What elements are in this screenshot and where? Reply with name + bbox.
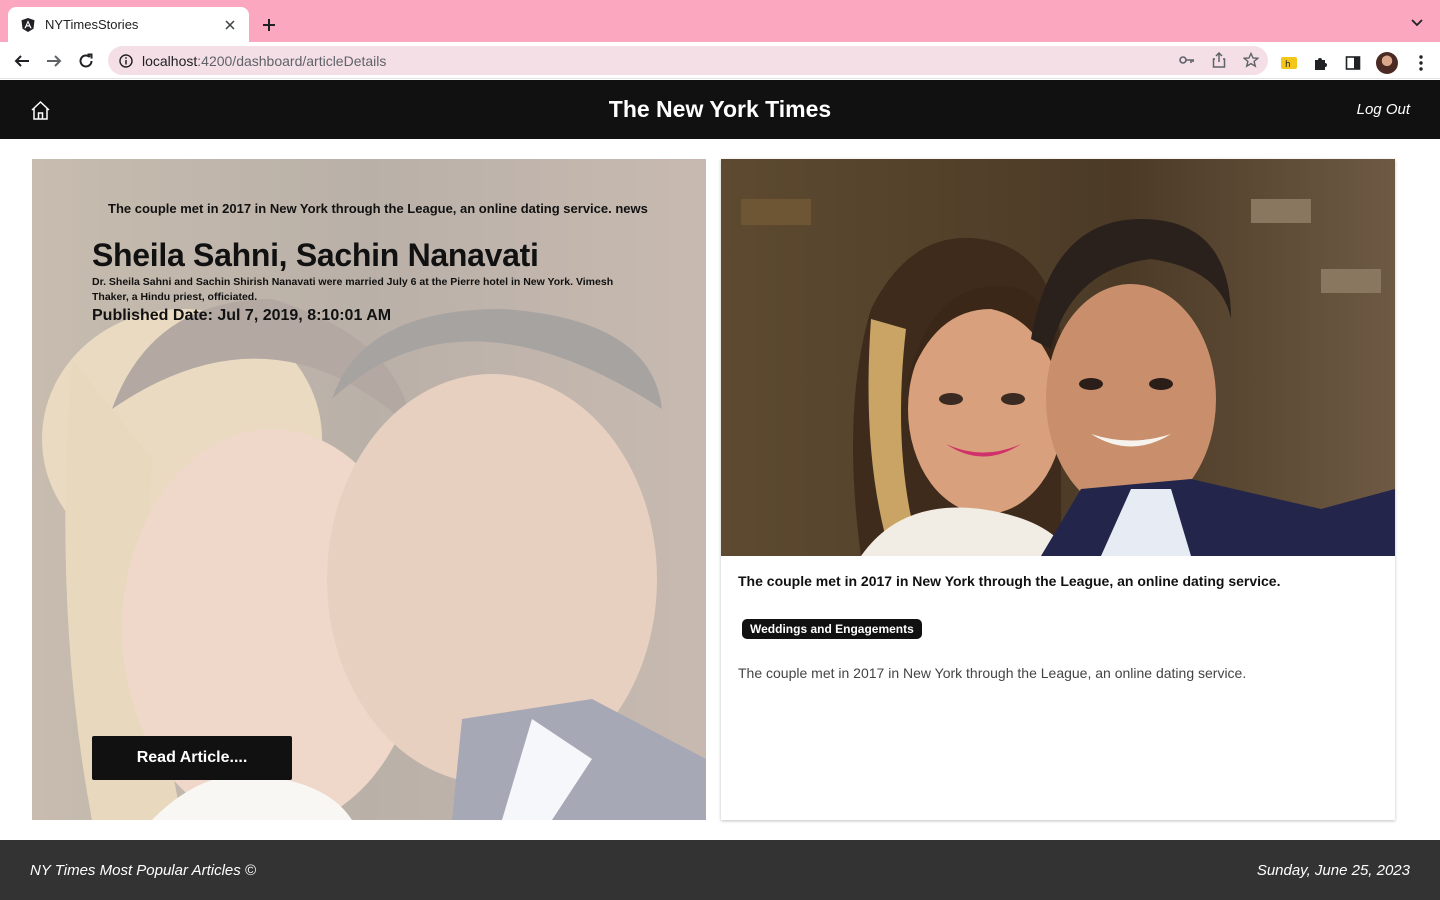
- site-info-icon[interactable]: [118, 53, 134, 69]
- browser-toolbar: localhost:4200/dashboard/articleDetails …: [0, 42, 1440, 79]
- tab-title: NYTimesStories: [45, 17, 139, 32]
- close-tab-icon[interactable]: [221, 16, 239, 34]
- app-header: The New York Times Log Out: [0, 80, 1440, 139]
- hero-kicker: The couple met in 2017 in New York throu…: [108, 201, 648, 216]
- extension-badge-icon[interactable]: h: [1280, 54, 1298, 72]
- chevron-down-icon[interactable]: [1408, 14, 1426, 32]
- published-date: Published Date: Jul 7, 2019, 8:10:01 AM: [92, 307, 392, 324]
- bookmark-star-icon[interactable]: [1242, 51, 1260, 69]
- card-abstract: The couple met in 2017 in New York throu…: [738, 665, 1247, 681]
- new-tab-icon[interactable]: [256, 12, 282, 38]
- address-bar[interactable]: localhost:4200/dashboard/articleDetails: [108, 46, 1268, 75]
- footer-copyright: NY Times Most Popular Articles ©: [30, 862, 256, 879]
- article-headline: Sheila Sahni, Sachin Nanavati: [92, 237, 539, 273]
- app-footer: NY Times Most Popular Articles © Sunday,…: [0, 840, 1440, 900]
- article-hero-card: The couple met in 2017 in New York throu…: [32, 159, 706, 820]
- share-icon[interactable]: [1210, 51, 1228, 69]
- browser-tab-bar: NYTimesStories: [0, 0, 1440, 42]
- reload-icon[interactable]: [74, 49, 98, 73]
- logout-link[interactable]: Log Out: [1357, 101, 1410, 118]
- card-kicker: The couple met in 2017 in New York throu…: [738, 573, 1281, 589]
- angular-favicon-icon: [20, 17, 36, 33]
- url-path: :4200/dashboard/articleDetails: [197, 52, 387, 69]
- more-menu-icon[interactable]: [1412, 54, 1430, 72]
- read-article-button[interactable]: Read Article....: [92, 736, 292, 780]
- profile-avatar[interactable]: [1376, 52, 1398, 74]
- couple-photo: [721, 159, 1395, 556]
- back-arrow-icon[interactable]: [10, 49, 34, 73]
- url-host: localhost: [142, 52, 198, 69]
- article-abstract: Dr. Sheila Sahni and Sachin Shirish Nana…: [92, 276, 614, 303]
- page-title: The New York Times: [608, 96, 832, 122]
- forward-arrow-icon[interactable]: [42, 49, 66, 73]
- url-text: localhost:4200/dashboard/articleDetails: [142, 53, 386, 69]
- puzzle-extensions-icon[interactable]: [1312, 54, 1330, 72]
- svg-text:h: h: [1285, 60, 1291, 70]
- footer-date: Sunday, June 25, 2023: [1256, 862, 1410, 879]
- side-panel-icon[interactable]: [1344, 54, 1362, 72]
- key-icon[interactable]: [1178, 51, 1196, 69]
- section-badge: Weddings and Engagements: [742, 619, 922, 639]
- article-detail-card: The couple met in 2017 in New York throu…: [721, 159, 1395, 820]
- browser-tab[interactable]: NYTimesStories: [8, 7, 249, 42]
